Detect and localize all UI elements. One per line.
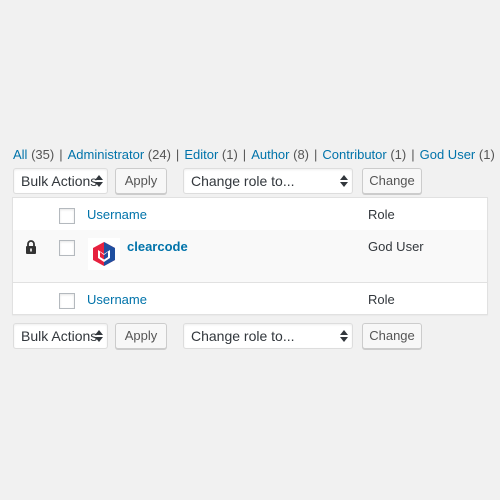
- filter-all[interactable]: All (35): [13, 147, 54, 162]
- tablenav-top: Bulk Actions Apply Change role to... Cha…: [13, 168, 487, 194]
- change-role-select[interactable]: Change role to...: [183, 168, 353, 194]
- select-all-checkbox[interactable]: [59, 208, 75, 224]
- users-table: Username Role clearcode God User Usernam…: [12, 197, 488, 315]
- apply-button[interactable]: Apply: [115, 168, 167, 194]
- change-button[interactable]: Change: [362, 168, 422, 194]
- change-role-label: Change role to...: [191, 328, 295, 344]
- filter-count: (35): [31, 147, 55, 162]
- bulk-actions-label: Bulk Actions: [21, 328, 98, 344]
- table-row: clearcode God User: [13, 230, 487, 283]
- separator: |: [59, 147, 63, 162]
- change-button[interactable]: Change: [362, 323, 422, 349]
- tablenav-bottom: Bulk Actions Apply Change role to... Cha…: [13, 323, 487, 349]
- clearcode-logo-icon: [88, 238, 120, 270]
- lock-icon: [26, 240, 36, 254]
- table-header: Username Role: [13, 198, 487, 231]
- filter-count: (8): [293, 147, 310, 162]
- username-column-header[interactable]: Username: [87, 207, 147, 222]
- separator: |: [411, 147, 415, 162]
- username-link[interactable]: clearcode: [127, 239, 188, 254]
- filter-author[interactable]: Author (8): [251, 147, 309, 162]
- filter-count: (1): [221, 147, 238, 162]
- select-arrows-icon: [340, 175, 348, 187]
- username-column-footer[interactable]: Username: [87, 292, 147, 307]
- filter-god-user[interactable]: God User (1): [420, 147, 495, 162]
- row-checkbox[interactable]: [59, 240, 75, 256]
- change-role-label: Change role to...: [191, 173, 295, 189]
- user-role: God User: [368, 239, 424, 254]
- role-filter-links: All (35) | Administrator (24) | Editor (1) | A…: [13, 147, 495, 163]
- filter-administrator[interactable]: Administrator (24): [68, 147, 171, 162]
- filter-editor[interactable]: Editor (1): [184, 147, 237, 162]
- bulk-actions-label: Bulk Actions: [21, 173, 98, 189]
- role-column-footer: Role: [368, 292, 395, 307]
- bulk-actions-select[interactable]: Bulk Actions: [13, 168, 108, 194]
- select-arrows-icon: [340, 330, 348, 342]
- separator: |: [175, 147, 180, 162]
- filter-count: (1): [478, 147, 495, 162]
- select-arrows-icon: [95, 175, 103, 187]
- select-all-checkbox[interactable]: [59, 293, 75, 309]
- separator: |: [314, 147, 318, 162]
- bulk-actions-select[interactable]: Bulk Actions: [13, 323, 108, 349]
- filter-count: (1): [390, 147, 407, 162]
- table-footer: Username Role: [13, 283, 487, 315]
- filter-count: (24): [147, 147, 171, 162]
- separator: |: [242, 147, 247, 162]
- filter-contributor[interactable]: Contributor (1): [322, 147, 406, 162]
- role-column-header: Role: [368, 207, 395, 222]
- change-role-select[interactable]: Change role to...: [183, 323, 353, 349]
- apply-button[interactable]: Apply: [115, 323, 167, 349]
- select-arrows-icon: [95, 330, 103, 342]
